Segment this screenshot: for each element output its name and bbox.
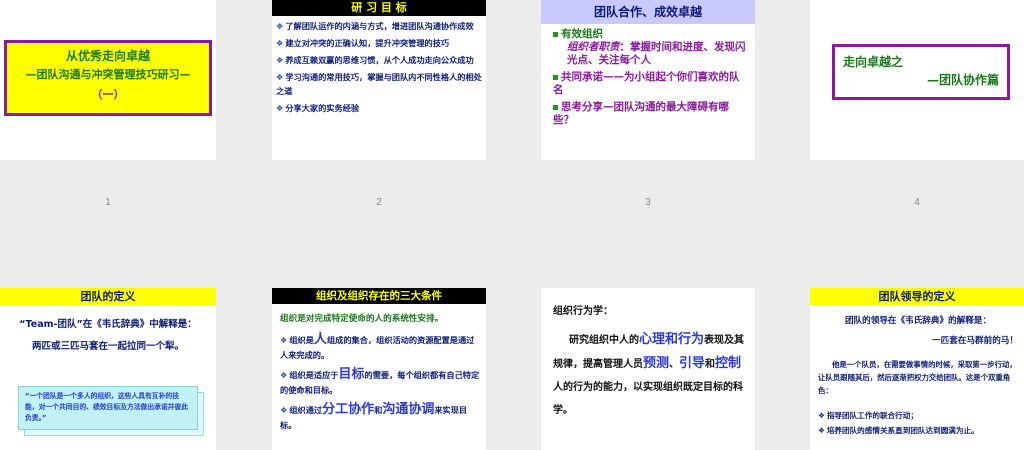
diamond-bullet-icon: ❖ [276, 38, 284, 48]
list-item: ❖ 了解团队运作的内涵与方式，增进团队沟通协作成效 [276, 21, 474, 31]
slide-1-line3: （一） [91, 88, 125, 101]
slide-thumbnail-2[interactable]: 研 习 目 标 ❖ 了解团队运作的内涵与方式，增进团队沟通协作成效 ❖ 建立对冲突的… [272, 0, 486, 160]
list-item: ❖ 指导团队工作的联合行动； [818, 411, 918, 420]
slide-thumbnail-5[interactable]: 团队的定义 “Team-团队”在《韦氏辞典》中解释是： 两匹或三匹马套在一起拉同… [0, 288, 216, 450]
diamond-bullet-icon: ❖ [276, 21, 284, 31]
list-item: ❖ 建立对冲突的正确认知，提升冲突管理的技巧 [276, 38, 450, 48]
diamond-bullet-icon: ❖ [818, 426, 825, 435]
slide-7-heading: 组织行为学： [553, 306, 613, 317]
slide-6-title-bar: 组织及组织存在的三大条件 [272, 288, 486, 304]
slide-thumbnail-7[interactable]: 组织行为学： 研究组织中人的心理和行为表现及其规律，提高管理人员预测、引导和控制… [541, 288, 755, 450]
slide-6-intro: 组织是对完成特定使命的人的系统性安排。 [280, 314, 444, 324]
slide-2-title-bar: 研 习 目 标 [272, 0, 486, 16]
list-item: ❖ 组织是适应于目标的需要，每个组织都有自己特定的使命和目标。 [280, 367, 480, 395]
list-item: ❖ 养成互赖双赢的思维习惯，从个人成功走向公众成功 [276, 55, 474, 65]
slide-4-title-box: 走向卓越之 —团队协作篇 [832, 44, 1010, 100]
square-bullet-icon [553, 74, 558, 80]
slide-3-title-bar: 团队合作、成效卓越 [541, 0, 755, 24]
slide-6-list: ❖ 组织是人组成的集合，组织活动的资源配置是通过人来完成的。 ❖ 组织是适应于目标的… [280, 332, 480, 433]
slide-7-body: 研究组织中人的心理和行为表现及其规律，提高管理人员预测、引导和控制人的行为的能力… [553, 332, 745, 416]
list-item: ❖ 分享大家的实务经验 [276, 103, 360, 113]
list-item: ❖ 组织通过分工协作和沟通协调来实现目标。 [280, 402, 468, 430]
slide-5-para2: 两匹或三匹马套在一起拉同一个犁。 [31, 341, 184, 352]
slide-4-line1: 走向卓越之 [843, 55, 904, 69]
list-item: 思考分享—团队沟通的最大障碍有哪些？ [553, 101, 729, 126]
slide-1-line1: 从优秀走向卓越 [65, 49, 150, 63]
slide-5-note: “一个团队是一个多人的组织，这些人具有互补的技能，对一个共同目的、绩效目标及方法… [18, 386, 198, 430]
diamond-bullet-icon: ❖ [280, 335, 288, 345]
list-sub-item: 组织者职责：掌握时间和进度、发现闪光点、关注每个人 [567, 41, 746, 66]
slide-2-list: ❖ 了解团队运作的内涵与方式，增进团队沟通协作成效 ❖ 建立对冲突的正确认知，提升冲… [276, 19, 484, 115]
slide-number-4: 4 [914, 197, 920, 208]
square-bullet-icon [553, 104, 558, 110]
diamond-bullet-icon: ❖ [276, 103, 284, 113]
slide-8-para1: 团队的领导在《韦氏辞典》的解释是： [844, 316, 992, 326]
diamond-bullet-icon: ❖ [276, 72, 284, 82]
slide-8-title-bar: 团队领导的定义 [810, 288, 1024, 305]
slide-thumbnail-8[interactable]: 团队领导的定义 团队的领导在《韦氏辞典》的解释是： 一匹套在马群前的马！ 他是一… [810, 288, 1024, 450]
slide-number-1: 1 [105, 197, 111, 208]
slide-3-body: 有效组织 组织者职责：掌握时间和进度、发现闪光点、关注每个人 共同承诺——为小组… [553, 28, 749, 127]
diamond-bullet-icon: ❖ [280, 370, 288, 380]
slide-8-list: ❖ 指导团队工作的联合行动； ❖ 培养团队的感情关系直到团队达到圆满为止。 [818, 408, 1020, 438]
square-bullet-icon [553, 31, 558, 37]
slide-thumbnail-4[interactable]: 走向卓越之 —团队协作篇 [810, 0, 1024, 160]
diamond-bullet-icon: ❖ [818, 411, 825, 420]
list-item: 有效组织 [553, 28, 749, 41]
list-item: 共同承诺——为小组起个你们喜欢的队名 [553, 71, 740, 96]
slide-4-line2: —团队协作篇 [926, 73, 999, 87]
list-item: ❖ 组织是人组成的集合，组织活动的资源配置是通过人来完成的。 [280, 332, 475, 360]
slide-number-3: 3 [645, 197, 651, 208]
diamond-bullet-icon: ❖ [280, 405, 288, 415]
slide-number-2: 2 [376, 197, 382, 208]
list-item: ❖ 学习沟通的常用技巧，掌握与团队内不同性格人的相处之道 [276, 72, 482, 96]
list-item: ❖ 培养团队的感情关系直到团队达到圆满为止。 [818, 426, 979, 435]
slide-8-para2: 一匹套在马群前的马！ [932, 336, 1018, 346]
slide-thumbnail-1[interactable]: 从优秀走向卓越 —团队沟通与冲突管理技巧研习— （一） [0, 0, 216, 160]
slide-5-para1: “Team-团队”在《韦氏辞典》中解释是： [19, 319, 197, 330]
diamond-bullet-icon: ❖ [276, 55, 284, 65]
slide-5-title-bar: 团队的定义 [0, 288, 216, 305]
slide-1-title-box: 从优秀走向卓越 —团队沟通与冲突管理技巧研习— （一） [4, 40, 212, 116]
slide-1-line2: —团队沟通与冲突管理技巧研习— [25, 68, 191, 81]
slide-8-para3: 他是一个队员，在需要做事情的时候，采取第一步行动，让队员跟随其后，然后逐渐把权力… [818, 360, 1017, 395]
slide-thumbnail-3[interactable]: 团队合作、成效卓越 有效组织 组织者职责：掌握时间和进度、发现闪光点、关注每个人… [541, 0, 755, 160]
slide-thumbnail-6[interactable]: 组织及组织存在的三大条件 组织是对完成特定使命的人的系统性安排。 ❖ 组织是人组成… [272, 288, 486, 450]
